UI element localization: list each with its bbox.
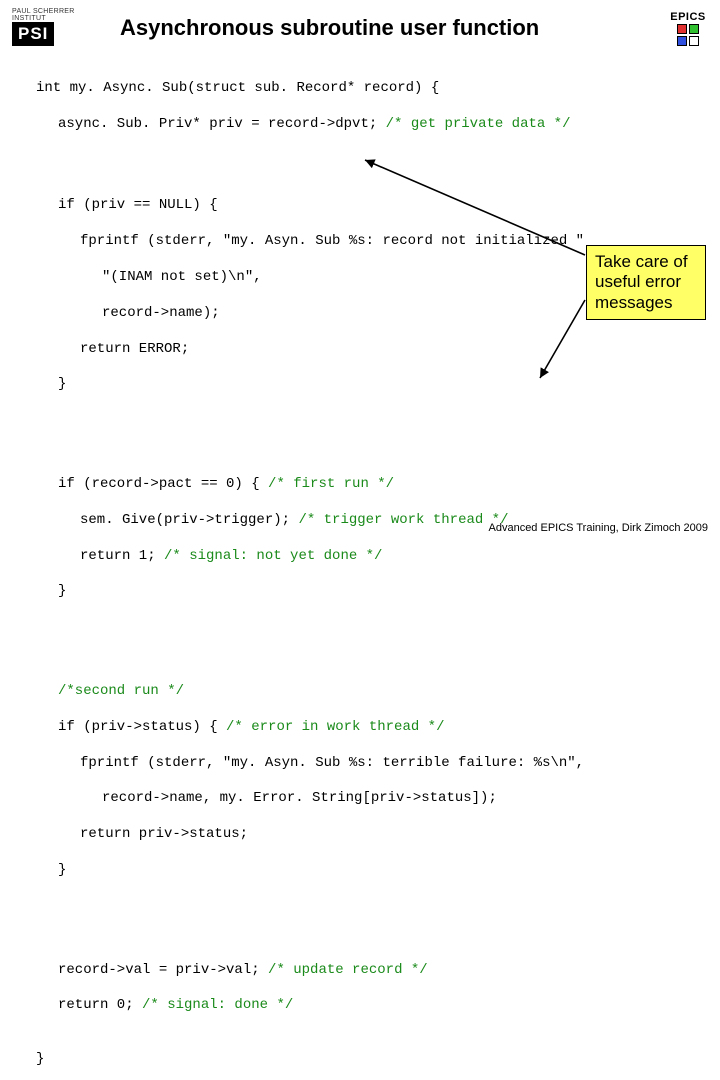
code-line: async. Sub. Priv* priv = record->dpvt; /… [36, 116, 690, 134]
institute-name: PAUL SCHERRER INSTITUT [12, 8, 102, 22]
code-line: } [36, 583, 690, 601]
slide-header: PAUL SCHERRER INSTITUT PSI Asynchronous … [0, 0, 720, 52]
code-line: } [36, 862, 690, 880]
epics-text: EPICS [668, 11, 708, 23]
code-line: } [36, 376, 690, 394]
code-line: return 1; /* signal: not yet done */ [36, 548, 690, 566]
code-line: return 0; /* signal: done */ [36, 997, 690, 1015]
code-line: if (priv == NULL) { [36, 197, 690, 215]
footer-text: Advanced EPICS Training, Dirk Zimoch 200… [489, 522, 709, 534]
code-line: if (priv->status) { /* error in work thr… [36, 719, 690, 737]
code-line: int my. Async. Sub(struct sub. Record* r… [36, 80, 690, 98]
psi-logo: PAUL SCHERRER INSTITUT PSI [12, 8, 102, 48]
code-line: record->val = priv->val; /* update recor… [36, 962, 690, 980]
callout-box: Take care of useful error messages [586, 245, 706, 320]
epics-logo: EPICS [668, 11, 708, 46]
code-line: return ERROR; [36, 341, 690, 359]
code-line: record->name, my. Error. String[priv->st… [36, 790, 690, 808]
code-line: if (record->pact == 0) { /* first run */ [36, 476, 690, 494]
code-line: return priv->status; [36, 826, 690, 844]
psi-acronym: PSI [12, 22, 54, 46]
slide-title: Asynchronous subroutine user function [120, 15, 668, 41]
code-line: } [36, 1051, 690, 1069]
code-line: /*second run */ [36, 683, 690, 701]
code-line: fprintf (stderr, "my. Asyn. Sub %s: terr… [36, 755, 690, 773]
epics-squares-icon [677, 24, 699, 46]
code-block: int my. Async. Sub(struct sub. Record* r… [0, 52, 720, 1080]
